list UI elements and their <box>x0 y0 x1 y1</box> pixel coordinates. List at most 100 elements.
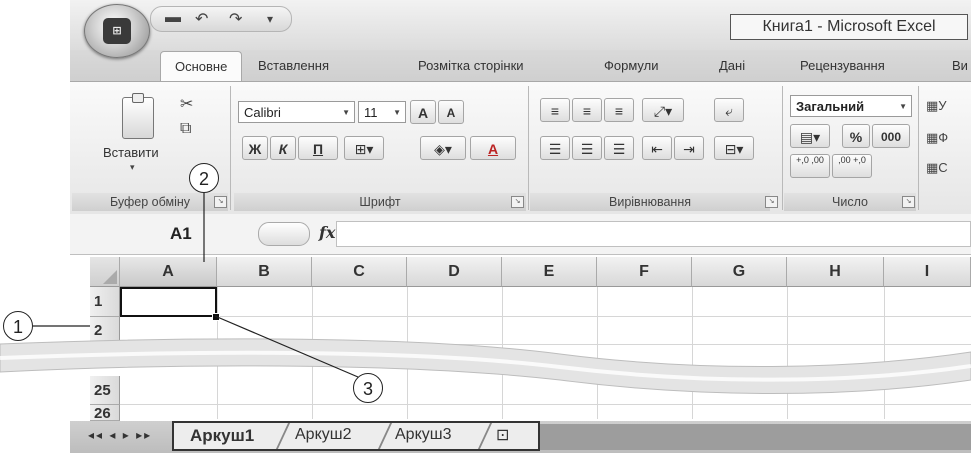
font-name-select[interactable]: Calibri ▼ <box>238 101 355 123</box>
column-header[interactable]: A <box>120 257 217 287</box>
column-header[interactable]: F <box>597 257 692 287</box>
sheet-tab-1[interactable]: Аркуш1 <box>190 426 254 446</box>
align-left-icon[interactable]: ☰ <box>540 136 570 160</box>
office-logo-icon: ⊞ <box>103 18 131 44</box>
chevron-down-icon: ▼ <box>393 108 401 117</box>
increase-decimal-button[interactable]: +,0 ,00 <box>790 154 830 178</box>
save-icon[interactable]: ▬ <box>165 9 181 27</box>
clipboard-launcher-icon[interactable]: ↘ <box>214 196 227 208</box>
align-center-icon[interactable]: ☰ <box>572 136 602 160</box>
italic-button[interactable]: К <box>270 136 296 160</box>
styles-item-label: У <box>938 98 947 113</box>
redo-icon[interactable]: ↷ <box>229 9 242 29</box>
tab-view[interactable]: Ви <box>952 58 968 73</box>
excel-window-screenshot: ⊞ ▬ ↶ ↷ ▾ Книга1 - Microsoft Excel Основ… <box>0 0 971 453</box>
fill-color-icon[interactable]: ◈▾ <box>420 136 466 160</box>
borders-icon[interactable]: ⊞▾ <box>344 136 384 160</box>
insert-sheet-icon[interactable]: ⊡ <box>496 425 509 445</box>
percent-button[interactable]: % <box>842 124 870 148</box>
sheet-tab-3[interactable]: Аркуш3 <box>395 426 451 444</box>
tab-home[interactable]: Основне <box>160 51 243 82</box>
group-divider <box>528 86 529 210</box>
font-name-value: Calibri <box>244 105 281 120</box>
column-header[interactable]: B <box>217 257 312 287</box>
tab-data[interactable]: Дані <box>719 58 745 73</box>
align-right-icon[interactable]: ☰ <box>604 136 634 160</box>
paste-button-label[interactable]: Вставити <box>103 145 159 160</box>
tab-formulas[interactable]: Формули <box>604 58 659 73</box>
group-label-font: Шрифт <box>234 193 526 211</box>
callout-2: 2 <box>189 163 219 193</box>
orientation-icon[interactable]: ⤢▾ <box>642 98 684 122</box>
tab-review[interactable]: Рецензування <box>800 58 885 73</box>
conditional-format-button[interactable]: ▦У <box>926 98 947 114</box>
styles-item-label: Ф <box>938 130 949 145</box>
align-top-icon[interactable]: ≡ <box>540 98 570 122</box>
sheet-nav-buttons[interactable]: ◂◂ ◂ ▸ ▸▸ <box>88 428 152 442</box>
number-format-select[interactable]: Загальний ▼ <box>790 95 912 117</box>
column-header[interactable]: D <box>407 257 502 287</box>
formula-controls[interactable] <box>258 222 310 246</box>
tab-insert[interactable]: Вставлення <box>258 58 329 73</box>
quick-access-toolbar: ▬ ↶ ↷ ▾ <box>150 6 292 32</box>
align-middle-icon[interactable]: ≡ <box>572 98 602 122</box>
callout-1: 1 <box>3 311 33 341</box>
group-label-clipboard: Буфер обміну <box>72 193 228 211</box>
bold-button[interactable]: Ж <box>242 136 268 160</box>
grid-line <box>120 316 971 317</box>
font-launcher-icon[interactable]: ↘ <box>511 196 524 208</box>
sheet-tab-2[interactable]: Аркуш2 <box>295 426 351 444</box>
copy-icon[interactable]: ⧉ <box>180 120 191 138</box>
row-header[interactable]: 26 <box>90 405 120 421</box>
column-header[interactable]: G <box>692 257 787 287</box>
column-header[interactable]: I <box>884 257 971 287</box>
group-label-number: Число <box>784 193 916 211</box>
merge-center-icon[interactable]: ⊟▾ <box>714 136 754 160</box>
chevron-down-icon: ▼ <box>342 108 350 117</box>
align-bottom-icon[interactable]: ≡ <box>604 98 634 122</box>
chevron-down-icon: ▼ <box>899 102 907 111</box>
font-size-value: 11 <box>364 105 378 120</box>
office-button[interactable]: ⊞ <box>84 4 150 58</box>
cell-styles-button[interactable]: ▦С <box>926 160 948 176</box>
undo-icon[interactable]: ↶ <box>195 9 208 29</box>
font-color-button[interactable]: A <box>470 136 516 160</box>
wrap-text-icon[interactable]: ⤶ <box>714 98 744 122</box>
active-cell-a1[interactable] <box>120 287 217 317</box>
shrink-font-button[interactable]: A <box>438 100 464 124</box>
insert-function-button[interactable]: fx <box>319 223 335 242</box>
increase-indent-icon[interactable]: ⇥ <box>674 136 704 160</box>
select-all-button[interactable] <box>90 257 120 287</box>
horizontal-scroll-area[interactable] <box>540 424 971 450</box>
number-launcher-icon[interactable]: ↘ <box>902 196 915 208</box>
font-size-select[interactable]: 11 ▼ <box>358 101 406 123</box>
row-header[interactable]: 1 <box>90 287 120 317</box>
column-header[interactable]: H <box>787 257 884 287</box>
format-table-button[interactable]: ▦Ф <box>926 130 948 146</box>
group-divider <box>230 86 231 210</box>
name-box[interactable]: A1 <box>104 222 254 246</box>
window-title: Книга1 - Microsoft Excel <box>730 14 968 40</box>
underline-button[interactable]: П <box>298 136 338 160</box>
grid-line <box>120 404 971 405</box>
tab-page-layout[interactable]: Розмітка сторінки <box>418 58 524 73</box>
thousands-button[interactable]: 000 <box>872 124 910 148</box>
alignment-launcher-icon[interactable]: ↘ <box>765 196 778 208</box>
customize-icon[interactable]: ▾ <box>267 12 273 26</box>
rows-omitted-break <box>0 338 971 394</box>
grow-font-button[interactable]: A <box>410 100 436 124</box>
group-label-alignment: Вирівнювання <box>530 193 770 211</box>
number-format-value: Загальний <box>796 99 865 114</box>
cut-icon[interactable]: ✂ <box>180 94 193 114</box>
formula-input[interactable] <box>336 221 971 247</box>
fill-handle[interactable] <box>212 313 220 321</box>
paste-icon[interactable] <box>122 93 154 139</box>
column-header[interactable]: E <box>502 257 597 287</box>
column-header[interactable]: C <box>312 257 407 287</box>
paste-dropdown-icon[interactable]: ▾ <box>130 162 135 173</box>
styles-item-label: С <box>938 160 948 175</box>
group-divider <box>782 86 783 210</box>
currency-icon[interactable]: ▤▾ <box>790 124 830 148</box>
decrease-indent-icon[interactable]: ⇤ <box>642 136 672 160</box>
decrease-decimal-button[interactable]: ,00 +,0 <box>832 154 872 178</box>
